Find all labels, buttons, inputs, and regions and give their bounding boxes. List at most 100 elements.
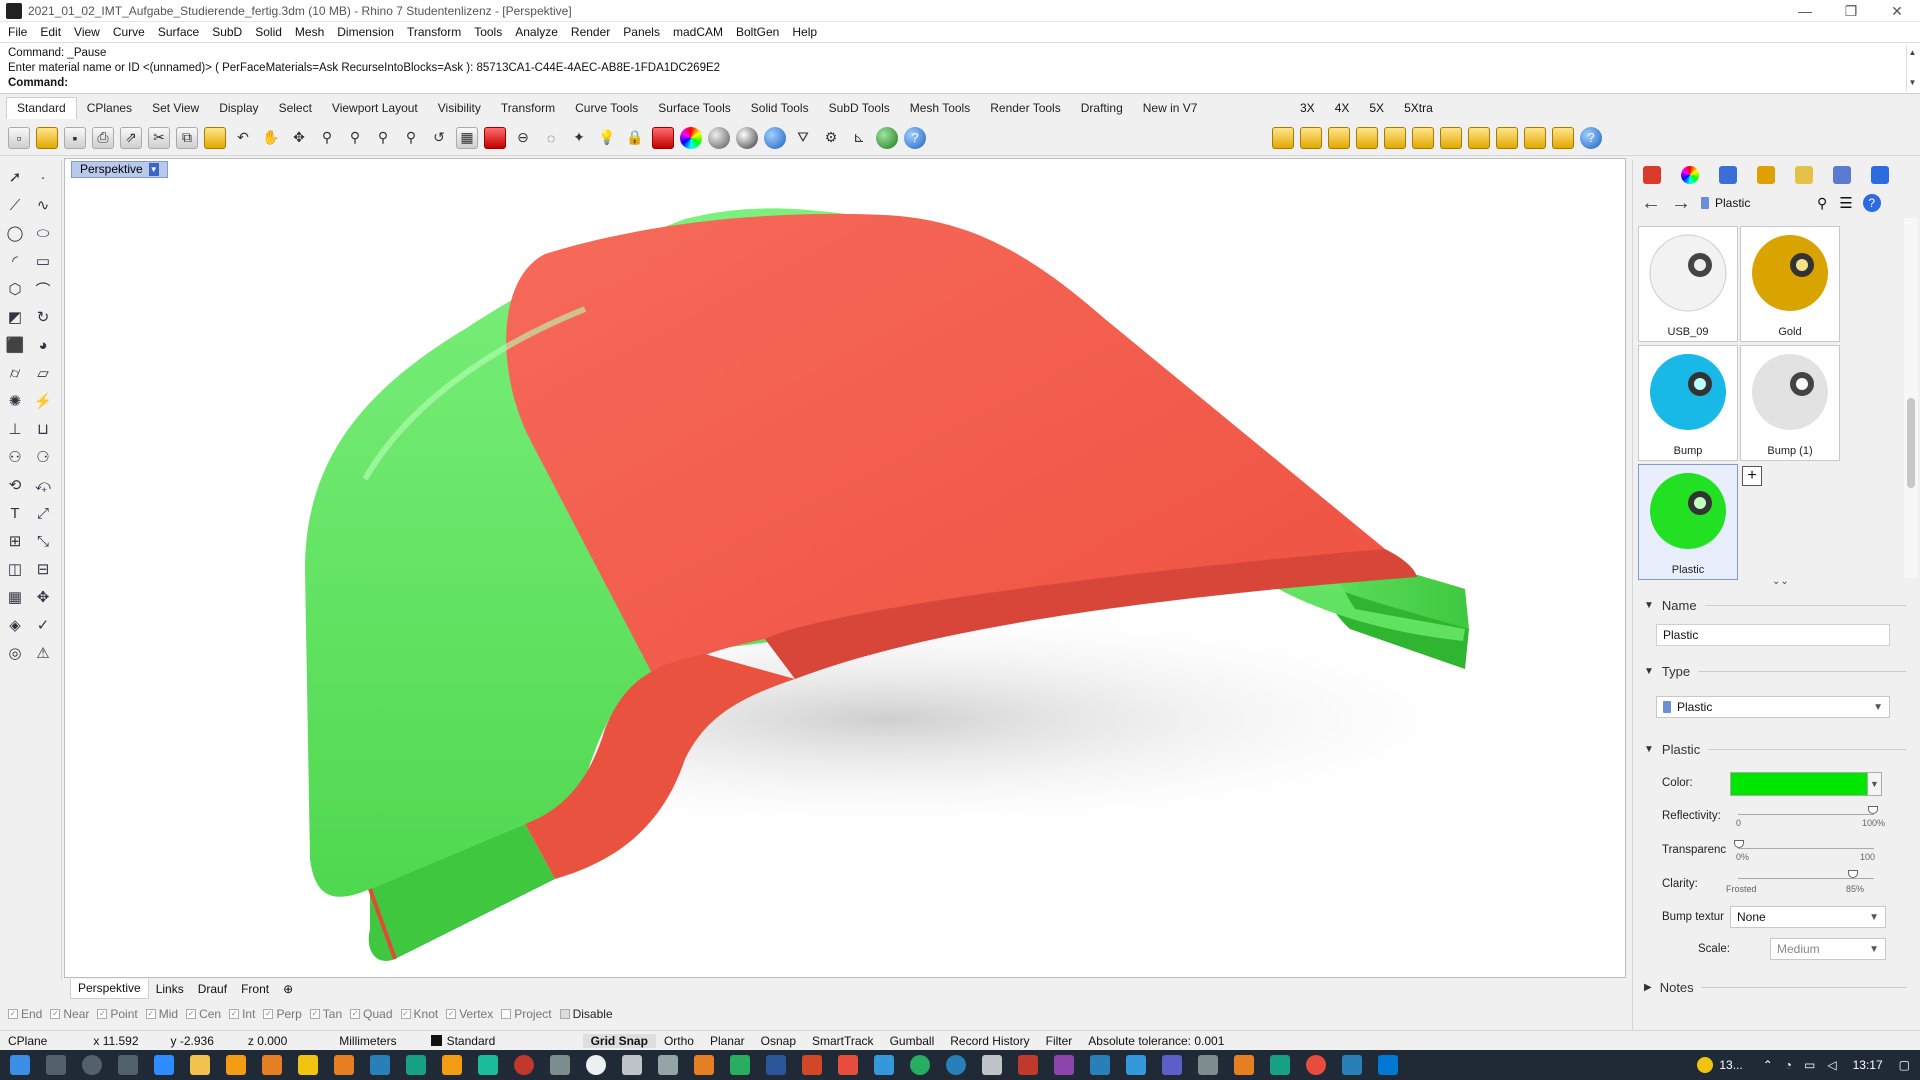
menu-edit[interactable]: Edit <box>40 25 61 39</box>
render-globe-icon[interactable] <box>876 126 898 149</box>
notifications-icon[interactable]: ▢ <box>1899 1058 1910 1072</box>
box-icon[interactable] <box>1328 126 1350 149</box>
filter-toggle[interactable]: Filter <box>1038 1034 1081 1048</box>
cut-icon[interactable]: ✂ <box>148 126 170 149</box>
layers-tab-icon[interactable] <box>1833 166 1851 184</box>
mirror-icon[interactable]: ⤽ <box>32 474 54 496</box>
add-material-button[interactable]: + <box>1742 466 1762 486</box>
osnap-point-checkbox[interactable]: ✓ <box>97 1009 108 1019</box>
car-icon[interactable] <box>484 126 506 149</box>
print-icon[interactable]: ⎙ <box>92 126 114 149</box>
maximize-button[interactable]: ❐ <box>1828 0 1874 22</box>
paste-icon[interactable] <box>204 126 226 149</box>
menu-curve[interactable]: Curve <box>113 25 145 39</box>
gumball-toggle[interactable]: Gumball <box>882 1034 943 1048</box>
tab-display[interactable]: Display <box>209 101 268 115</box>
stock-icon[interactable] <box>1496 126 1518 149</box>
osnap-disable[interactable]: Disable <box>559 1007 613 1021</box>
materials-tab-icon[interactable] <box>1681 166 1699 184</box>
tab-curve-tools[interactable]: Curve Tools <box>565 101 648 115</box>
wireframe-sphere-icon[interactable] <box>708 126 730 149</box>
onedrive-icon[interactable] <box>1378 1055 1398 1075</box>
osnap-mid-checkbox[interactable]: ✓ <box>145 1009 156 1019</box>
text-icon[interactable]: T <box>4 502 26 524</box>
clarity-slider[interactable] <box>1738 878 1874 879</box>
tab-new-in-v7[interactable]: New in V7 <box>1133 101 1208 115</box>
excel-icon[interactable] <box>730 1055 750 1075</box>
menu-view[interactable]: View <box>74 25 100 39</box>
lock-icon[interactable]: 🔒 <box>624 127 646 149</box>
app-icon-d[interactable] <box>478 1055 498 1075</box>
tab-solid-tools[interactable]: Solid Tools <box>741 101 819 115</box>
cplane-icon[interactable]: ⊖ <box>512 127 534 149</box>
simulate-icon[interactable] <box>1468 126 1490 149</box>
tray-chevron-icon[interactable]: ⌃ <box>1763 1058 1773 1072</box>
cortana-icon[interactable] <box>82 1055 102 1075</box>
osnap-near-checkbox[interactable]: ✓ <box>50 1009 61 1019</box>
check-icon[interactable]: ✓ <box>32 614 54 636</box>
ortho-toggle[interactable]: Ortho <box>656 1034 702 1048</box>
tab-drafting[interactable]: Drafting <box>1071 101 1133 115</box>
viewport-menu-arrow[interactable]: ▼ <box>148 163 159 177</box>
rotate-view-icon[interactable]: ✥ <box>288 127 310 149</box>
app-icon-c[interactable] <box>442 1055 462 1075</box>
polyline-icon[interactable]: ⟋ <box>4 194 26 216</box>
firefox-icon[interactable] <box>1306 1055 1326 1075</box>
word-icon[interactable] <box>766 1055 786 1075</box>
osnap-icon[interactable]: ✦ <box>568 127 590 149</box>
flow-along-icon[interactable] <box>1272 126 1294 149</box>
menu-transform[interactable]: Transform <box>407 25 461 39</box>
point-tool-icon[interactable]: · <box>32 166 54 188</box>
menu-boltgen[interactable]: BoltGen <box>736 25 779 39</box>
rendered-sphere-icon[interactable] <box>764 126 786 149</box>
tab-set-view[interactable]: Set View <box>142 101 209 115</box>
color-picker-button[interactable]: ▼ <box>1730 772 1882 796</box>
skype-icon[interactable] <box>1090 1055 1110 1075</box>
tab-5xtra[interactable]: 5Xtra <box>1394 101 1443 115</box>
material-tile-usb09[interactable]: USB_09 <box>1638 226 1738 342</box>
open-file-icon[interactable] <box>36 126 58 149</box>
app-icon-g[interactable] <box>586 1055 606 1075</box>
weather-text[interactable]: 13... <box>1719 1058 1742 1072</box>
dimension-icon[interactable]: ⊾ <box>848 127 870 149</box>
vectorworks-icon[interactable] <box>298 1055 318 1075</box>
osnap-vertex-checkbox[interactable]: ✓ <box>446 1009 457 1019</box>
mesh-icon[interactable]: ▱ <box>32 362 54 384</box>
osnap-tan[interactable]: ✓ Tan <box>309 1007 342 1021</box>
menu-solid[interactable]: Solid <box>255 25 282 39</box>
viewport-tab-perspektive[interactable]: Perspektive <box>70 979 149 999</box>
weather-icon[interactable] <box>1697 1057 1714 1073</box>
drafting-icon[interactable]: ⚠ <box>32 642 54 664</box>
osnap-point[interactable]: ✓ Point <box>97 1007 138 1021</box>
app-icon-q[interactable] <box>1270 1055 1290 1075</box>
menu-dimension[interactable]: Dimension <box>337 25 394 39</box>
environment-tab-icon[interactable] <box>1719 166 1737 184</box>
zoom-icon[interactable]: ⚲ <box>316 127 338 149</box>
osnap-project[interactable]: Project <box>501 1007 552 1021</box>
app-icon-a[interactable] <box>370 1055 390 1075</box>
autodesk-app-icon[interactable] <box>226 1055 246 1075</box>
tab-3x[interactable]: 3X <box>1290 101 1325 115</box>
transparency-slider[interactable] <box>1738 848 1874 849</box>
fillet-curve-icon[interactable]: ⌒ <box>32 278 54 300</box>
menu-madcam[interactable]: madCAM <box>673 25 723 39</box>
osnap-knot-checkbox[interactable]: ✓ <box>400 1009 411 1019</box>
viewport-tab-drauf[interactable]: Drauf <box>191 982 234 996</box>
layer-icon[interactable]: ◫ <box>4 558 26 580</box>
teams-icon[interactable] <box>1162 1055 1182 1075</box>
smarttrack-toggle[interactable]: SmartTrack <box>804 1034 882 1048</box>
properties-tab-icon[interactable] <box>1643 166 1661 184</box>
dimension-tool-icon[interactable]: ⤢ <box>32 502 54 524</box>
arc-icon[interactable]: ◜ <box>4 250 26 272</box>
osnap-perp[interactable]: ✓ Perp <box>263 1007 302 1021</box>
box-solid-icon[interactable]: ⬛ <box>4 334 26 356</box>
material-tile-plastic[interactable]: Plastic <box>1638 464 1738 580</box>
tab-transform[interactable]: Transform <box>491 101 565 115</box>
explode-icon[interactable]: ✺ <box>4 390 26 412</box>
material-tile-bump-1[interactable]: Bump (1) <box>1740 345 1840 461</box>
material-breadcrumb[interactable]: Plastic <box>1701 196 1811 210</box>
tab-viewport-layout[interactable]: Viewport Layout <box>322 101 428 115</box>
chrome-icon[interactable] <box>910 1055 930 1075</box>
reflectivity-slider[interactable] <box>1738 814 1874 815</box>
battery-icon[interactable]: ▭ <box>1804 1058 1815 1072</box>
